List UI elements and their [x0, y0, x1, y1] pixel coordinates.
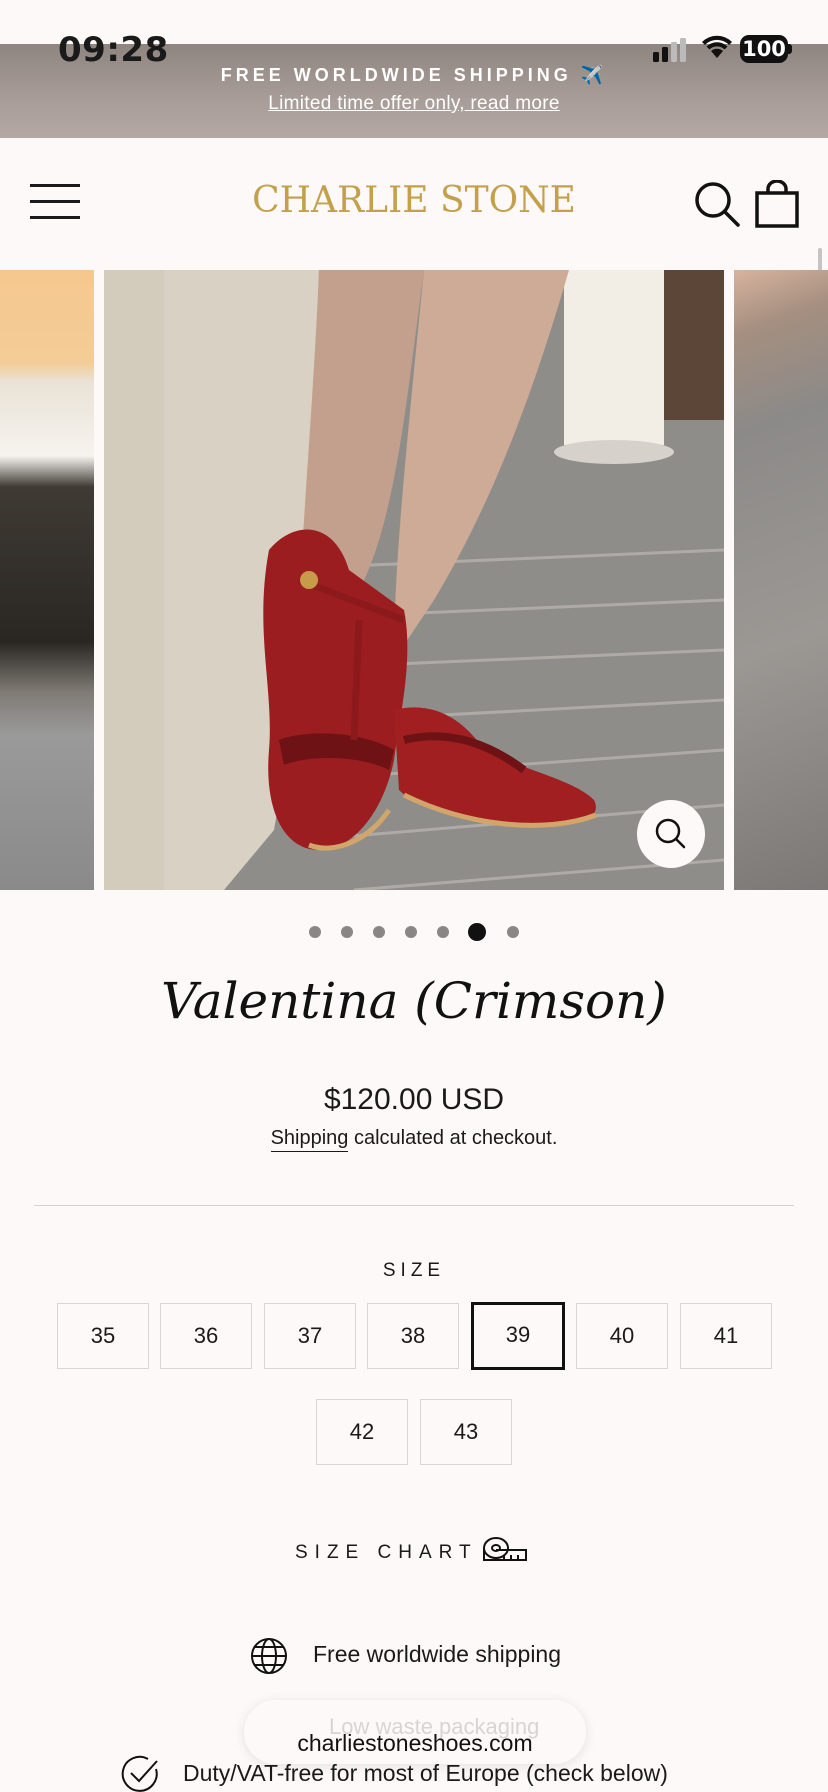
globe-icon: [251, 1638, 287, 1674]
pagination-dot[interactable]: [373, 926, 385, 938]
size-option-43[interactable]: 43: [420, 1399, 512, 1465]
search-icon[interactable]: [693, 180, 741, 228]
feature-text: Free worldwide shipping: [313, 1641, 562, 1667]
check-circle-icon: [121, 1755, 158, 1792]
shipping-note: Shipping calculated at checkout.: [0, 1127, 828, 1152]
pagination-dot-active[interactable]: [468, 923, 486, 941]
size-option-36[interactable]: 36: [160, 1303, 252, 1369]
size-label: SIZE: [382, 1260, 446, 1281]
browser-address-bar[interactable]: Low waste packaging charliestoneshoes.co…: [244, 1700, 586, 1764]
next-product-image[interactable]: [734, 270, 828, 890]
size-option-35[interactable]: 35: [57, 1303, 149, 1369]
shipping-link[interactable]: Shipping: [270, 1127, 349, 1152]
previous-product-image[interactable]: [0, 270, 94, 890]
pagination-dot[interactable]: [437, 926, 449, 938]
product-photo: [104, 270, 724, 890]
size-option-42[interactable]: 42: [316, 1399, 408, 1465]
magnifier-icon: [655, 818, 686, 849]
size-option-40[interactable]: 40: [576, 1303, 668, 1369]
pagination-dot[interactable]: [405, 926, 417, 938]
pagination-dot[interactable]: [341, 926, 353, 938]
size-option-38[interactable]: 38: [367, 1303, 459, 1369]
site-header: CHARLIE STONE: [0, 138, 828, 408]
shopping-bag-icon[interactable]: [754, 180, 800, 228]
wifi-icon: [702, 35, 732, 58]
size-chart-link[interactable]: SIZE CHART: [0, 1536, 828, 1570]
url-text[interactable]: charliestoneshoes.com: [244, 1730, 586, 1757]
measuring-tape-icon: [483, 1537, 527, 1561]
product-image[interactable]: [104, 270, 724, 890]
battery-icon: 100: [740, 35, 792, 63]
shipping-note-text: calculated at checkout.: [348, 1127, 558, 1149]
product-title: Valentina (Crimson): [161, 972, 667, 1030]
announcement-link[interactable]: Limited time offer only, read more: [0, 93, 828, 115]
battery-level: 100: [742, 37, 786, 61]
cellular-signal-icon: [653, 38, 686, 62]
size-option-39-selected[interactable]: 39: [471, 1302, 565, 1370]
gallery-pagination: [0, 922, 828, 942]
pagination-dot[interactable]: [507, 926, 519, 938]
product-image-gallery[interactable]: [0, 270, 828, 890]
pagination-dot[interactable]: [309, 926, 321, 938]
status-bar: 09:28 100: [0, 0, 828, 70]
status-time: 09:28: [58, 30, 169, 70]
zoom-button[interactable]: [637, 800, 705, 868]
product-price: $120.00 USD: [323, 1083, 505, 1116]
divider: [34, 1205, 794, 1206]
feature-text: Duty/VAT-free for most of Europe (check …: [183, 1760, 668, 1786]
feature-free-shipping: Free worldwide shipping: [0, 1635, 828, 1675]
size-chart-label: SIZE CHART: [295, 1542, 478, 1563]
size-option-41[interactable]: 41: [680, 1303, 772, 1369]
size-option-37[interactable]: 37: [264, 1303, 356, 1369]
